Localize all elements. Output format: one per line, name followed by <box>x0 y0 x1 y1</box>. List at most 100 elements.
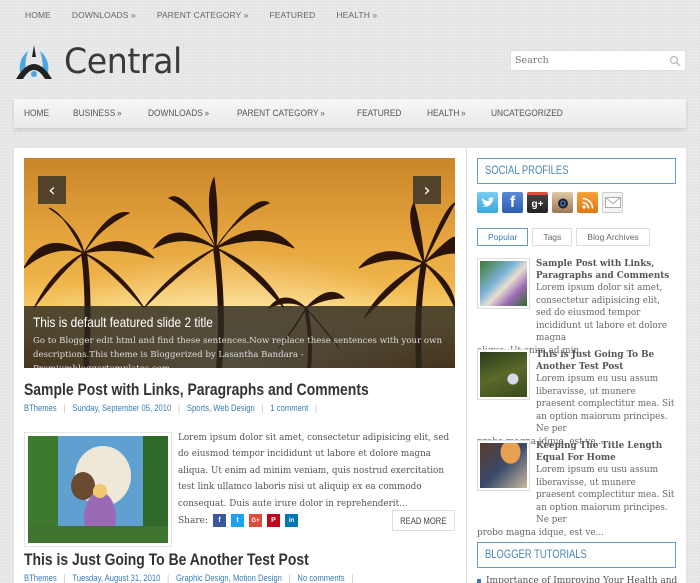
popular-post-title[interactable]: Sample Post with Links, Paragraphs and C… <box>536 258 677 282</box>
share-facebook-icon[interactable]: f <box>213 514 226 527</box>
share-label: Share: <box>178 515 208 526</box>
widget-title-text: BLOGGER TUTORIALS <box>485 549 587 561</box>
popular-post-title[interactable]: Keeping The Title Length Equal For Home <box>536 440 677 464</box>
tab-popular[interactable]: Popular <box>477 228 529 246</box>
main-nav: HOME BUSINESS» DOWNLOADS» PARENT CATEGOR… <box>14 99 686 128</box>
chevron-double-right-icon: » <box>204 108 209 118</box>
share-linkedin-icon[interactable]: in <box>285 514 298 527</box>
post-item: This is Just Going To Be Another Test Po… <box>24 550 456 583</box>
main-nav-business[interactable]: BUSINESS» <box>73 108 121 119</box>
top-nav-featured[interactable]: FEATURED <box>269 10 315 20</box>
main-nav-label: PARENT CATEGORY <box>236 108 319 119</box>
widget-title-blogger-tutorials: BLOGGER TUTORIALS <box>477 542 676 568</box>
share-bar: Share: f t G+ P in <box>178 514 303 527</box>
post-comments[interactable]: No comments <box>297 573 344 583</box>
meta-separator: | <box>288 573 291 583</box>
popular-post-title[interactable]: This is Just Going To Be Another Test Po… <box>536 349 677 373</box>
popular-post-item: Sample Post with Links, Paragraphs and C… <box>477 258 677 357</box>
tab-tags[interactable]: Tags <box>532 228 573 246</box>
tutorials-list: Importance of Improving Your Health and <box>477 576 677 583</box>
post-date[interactable]: Tuesday, August 31, 2010 <box>72 573 160 583</box>
chevron-right-icon: › <box>423 179 431 201</box>
main-nav-downloads[interactable]: DOWNLOADS» <box>148 108 209 119</box>
top-nav-downloads[interactable]: DOWNLOADS » <box>72 10 136 20</box>
sidebar-tabs: Popular Tags Blog Archives <box>477 228 654 246</box>
popular-post-image <box>480 261 527 306</box>
main-nav-featured[interactable]: FEATURED <box>357 108 401 119</box>
popular-post-thumbnail[interactable] <box>477 440 530 491</box>
facebook-icon[interactable]: f <box>502 192 523 213</box>
slider-next-button[interactable]: › <box>413 176 441 204</box>
main-nav-label: HOME <box>24 108 50 119</box>
widget-title-social: SOCIAL PROFILES <box>477 158 676 184</box>
popular-post-excerpt-text: Lorem ipsum eu usu assum liberavisse, ut… <box>536 374 675 434</box>
widget-title-text: SOCIAL PROFILES <box>485 165 569 177</box>
slider-prev-button[interactable]: ‹ <box>38 176 66 204</box>
slide-title[interactable]: This is default featured slide 2 title <box>33 314 384 330</box>
post-thumbnail[interactable] <box>24 432 172 547</box>
post-date[interactable]: Sunday, September 05, 2010 <box>72 403 171 413</box>
main-nav-health[interactable]: HEALTH» <box>427 108 466 119</box>
popular-post-excerpt-rest: probo magna idque, est ve... <box>477 527 604 538</box>
google-plus-icon[interactable]: g+ <box>527 192 548 213</box>
bullet-icon <box>477 578 481 583</box>
post-item: Sample Post with Links, Paragraphs and C… <box>24 380 456 547</box>
share-twitter-icon[interactable]: t <box>231 514 244 527</box>
popular-post-excerpt-text: Lorem ipsum eu usu assum liberavisse, ut… <box>536 465 675 525</box>
main-nav-label: HEALTH <box>427 108 460 119</box>
popular-post-thumbnail[interactable] <box>477 258 530 309</box>
main-nav-label: DOWNLOADS <box>147 108 203 119</box>
main-nav-label: UNCATEGORIZED <box>490 108 563 119</box>
meta-separator: | <box>63 573 66 583</box>
share-pinterest-icon[interactable]: P <box>267 514 280 527</box>
main-nav-parent-category[interactable]: PARENT CATEGORY» <box>237 108 325 119</box>
main-nav-uncategorized[interactable]: UNCATEGORIZED <box>491 108 563 119</box>
popular-post-thumbnail[interactable] <box>477 349 530 400</box>
meta-separator: | <box>63 403 66 413</box>
search-input[interactable] <box>511 55 666 66</box>
tutorial-link[interactable]: Importance of Improving Your Health and <box>486 576 677 583</box>
popular-post-item: This is Just Going To Be Another Test Po… <box>477 349 677 448</box>
tab-blog-archives[interactable]: Blog Archives <box>576 228 650 246</box>
post-author[interactable]: BThemes <box>24 403 57 413</box>
meta-separator: | <box>167 573 170 583</box>
site-logo[interactable]: Central <box>14 43 188 81</box>
top-nav-home[interactable]: HOME <box>25 10 51 20</box>
post-labels[interactable]: Sports, Web Design <box>187 403 255 413</box>
top-nav: HOME DOWNLOADS » PARENT CATEGORY » FEATU… <box>25 10 398 20</box>
popular-post-item: Keeping The Title Length Equal For Home … <box>477 440 677 539</box>
rss-icon[interactable] <box>577 192 598 213</box>
popular-post-excerpt-text: Lorem ipsum dolor sit amet, consectetur … <box>536 283 668 343</box>
meta-separator: | <box>178 403 181 413</box>
post-thumbnail-image <box>28 436 168 543</box>
share-google-plus-icon[interactable]: G+ <box>249 514 262 527</box>
instagram-icon[interactable] <box>552 192 573 213</box>
chevron-double-right-icon: » <box>461 108 466 118</box>
post-labels[interactable]: Graphic Design, Motion Design <box>176 573 282 583</box>
popular-post-image <box>480 352 527 397</box>
popular-post-image <box>480 443 527 488</box>
twitter-icon[interactable] <box>477 192 498 213</box>
post-title[interactable]: Sample Post with Links, Paragraphs and C… <box>24 380 378 400</box>
main-nav-label: BUSINESS <box>72 108 115 119</box>
main-content: ‹ › This is default featured slide 2 tit… <box>14 148 466 583</box>
featured-slider[interactable]: ‹ › This is default featured slide 2 tit… <box>24 158 455 368</box>
post-title[interactable]: This is Just Going To Be Another Test Po… <box>24 550 378 570</box>
read-more-button[interactable]: READ MORE <box>392 510 455 531</box>
logo-icon <box>16 45 52 79</box>
site-title: Central <box>64 41 182 82</box>
post-author[interactable]: BThemes <box>24 573 57 583</box>
email-icon[interactable] <box>602 192 623 213</box>
top-nav-parent-category[interactable]: PARENT CATEGORY » <box>157 10 249 20</box>
search-icon[interactable] <box>669 55 681 67</box>
main-nav-home[interactable]: HOME <box>24 108 49 119</box>
social-icons: f g+ <box>477 192 627 213</box>
meta-separator: | <box>315 403 318 413</box>
post-comments[interactable]: 1 comment <box>270 403 308 413</box>
chevron-left-icon: ‹ <box>48 179 56 201</box>
post-meta: BThemes | Tuesday, August 31, 2010 | Graphic… <box>24 573 391 583</box>
top-nav-health[interactable]: HEALTH » <box>336 10 377 20</box>
chevron-double-right-icon: » <box>116 108 121 118</box>
sidebar: SOCIAL PROFILES f g+ Popular Tags Blog A… <box>467 148 686 583</box>
chevron-double-right-icon: » <box>320 108 325 118</box>
